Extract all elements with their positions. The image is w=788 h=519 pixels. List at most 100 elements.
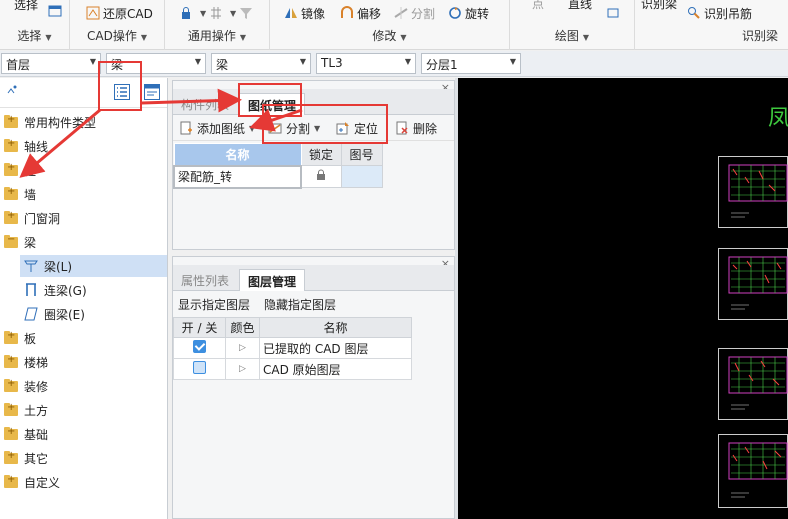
select-button[interactable]: 选择 bbox=[14, 0, 38, 13]
element-type-select[interactable]: 梁 ▼ bbox=[106, 53, 206, 74]
tab-property-list[interactable]: 属性列表 bbox=[173, 269, 237, 291]
table-row[interactable]: ▷ 已提取的 CAD 图层 bbox=[173, 337, 412, 359]
element-category-select[interactable]: 梁 ▼ bbox=[211, 53, 311, 74]
restore-cad-icon bbox=[86, 6, 100, 20]
cad-sheet-3 bbox=[728, 356, 788, 410]
split-drawing-label: 分割 bbox=[286, 121, 311, 136]
col-header-on-off[interactable]: 开 / 关 bbox=[173, 317, 226, 338]
cad-drawing-title: 凤 bbox=[768, 106, 788, 131]
tree-item-label: 墙 bbox=[24, 187, 37, 202]
checkbox-checked[interactable] bbox=[193, 340, 206, 353]
tree-item-foundation[interactable]: 基础 bbox=[4, 423, 48, 445]
layer-toggle-cell[interactable] bbox=[173, 337, 226, 359]
show-layer-button[interactable]: 显示指定图层 bbox=[178, 296, 250, 313]
drawing-no-cell[interactable] bbox=[340, 165, 383, 188]
delete-label: 删除 bbox=[413, 121, 438, 136]
col-header-lock[interactable]: 锁定 bbox=[300, 143, 342, 166]
col-header-drawing-no[interactable]: 图号 bbox=[340, 143, 383, 166]
cad-sheet-4 bbox=[728, 442, 788, 498]
tree-item-column[interactable]: 柱 bbox=[4, 159, 36, 181]
lock-cell[interactable] bbox=[300, 165, 342, 188]
tree-item-slab[interactable]: 板 bbox=[4, 327, 36, 349]
element-tree-panel: 常用构件类型 轴线 柱 墙 门窗洞 梁 梁(L) 连梁(G) 圈梁(E) 板 楼… bbox=[0, 78, 168, 519]
mirror-label: 镜像 bbox=[301, 6, 326, 21]
floor-select[interactable]: 首层 ▼ bbox=[1, 53, 101, 74]
folder-icon bbox=[4, 210, 18, 224]
rect-draw-icon[interactable] bbox=[606, 4, 623, 22]
cad-sheet-2 bbox=[728, 256, 788, 310]
col-header-layer-name[interactable]: 名称 bbox=[259, 317, 412, 338]
mirror-button[interactable]: 镜像 bbox=[284, 4, 325, 22]
ribbon-group-title: 通用操作 ▼ bbox=[187, 29, 247, 43]
col-header-color[interactable]: 颜色 bbox=[225, 317, 260, 338]
list-view-icon[interactable] bbox=[114, 84, 130, 103]
ribbon-group-title: 绘图 ▼ bbox=[554, 29, 590, 43]
filter-icon[interactable] bbox=[239, 4, 256, 22]
expand-arrow-icon: ▷ bbox=[239, 343, 246, 353]
cad-sheet-thumbnail[interactable] bbox=[718, 248, 788, 320]
checkbox-unchecked[interactable] bbox=[193, 361, 206, 374]
folder-icon bbox=[4, 474, 18, 488]
hide-layer-button[interactable]: 隐藏指定图层 bbox=[264, 296, 336, 313]
drawing-name-cell[interactable]: 梁配筋_转 bbox=[173, 164, 302, 189]
tree-subitem-label: 梁(L) bbox=[44, 259, 73, 274]
table-row[interactable]: 梁配筋_转 bbox=[173, 164, 383, 189]
tree-item-wall[interactable]: 墙 bbox=[4, 183, 36, 205]
restore-cad-button[interactable]: 还原CAD bbox=[86, 4, 153, 22]
tree-item-label: 装修 bbox=[24, 379, 49, 394]
tree-view-icon[interactable] bbox=[144, 84, 160, 103]
tab-element-list[interactable]: 构件列表 bbox=[173, 93, 237, 115]
layer-select[interactable]: 分层1 ▼ bbox=[421, 53, 521, 74]
split-drawing-button[interactable]: 分割 ▼ bbox=[268, 119, 320, 137]
folder-icon bbox=[4, 378, 18, 392]
cad-sheet-thumbnail[interactable] bbox=[718, 156, 788, 228]
tree-item-door-window[interactable]: 门窗洞 bbox=[4, 207, 60, 229]
mirror-icon bbox=[285, 8, 297, 18]
tree-subitem-link-beam[interactable]: 连梁(G) bbox=[20, 279, 167, 301]
tree-subitem-ring-beam[interactable]: 圈梁(E) bbox=[20, 303, 167, 325]
offset-button[interactable]: 偏移 bbox=[340, 4, 381, 22]
select-mode-icon[interactable] bbox=[48, 2, 65, 20]
point-button[interactable]: 点 bbox=[532, 0, 544, 12]
tree-item-label: 其它 bbox=[24, 451, 49, 466]
tree-item-label: 自定义 bbox=[24, 475, 61, 490]
folder-icon bbox=[4, 330, 18, 344]
identify-beam-button[interactable]: 识别梁 bbox=[641, 0, 677, 12]
lock-icon[interactable]: ▼ bbox=[179, 4, 206, 22]
tree-item-axis[interactable]: 轴线 bbox=[4, 135, 48, 157]
rotate-button[interactable]: 旋转 bbox=[448, 4, 489, 22]
tree-item-common[interactable]: 常用构件类型 bbox=[4, 111, 96, 133]
table-row[interactable]: ▷ CAD 原始图层 bbox=[173, 358, 412, 380]
tree-item-custom[interactable]: 自定义 bbox=[4, 471, 60, 493]
tab-layer-management[interactable]: 图层管理 bbox=[239, 269, 306, 291]
add-drawing-button[interactable]: 添加图纸 ▼ bbox=[179, 119, 255, 137]
layer-management-panel: × 属性列表 图层管理 显示指定图层 隐藏指定图层 开 / 关 颜色 名称 ▷ … bbox=[172, 256, 455, 519]
tree-item-stair[interactable]: 楼梯 bbox=[4, 351, 48, 373]
new-element-icon[interactable] bbox=[4, 84, 18, 101]
tree-subitem-beam-l[interactable]: 梁(L) bbox=[20, 255, 167, 277]
split-button-disabled[interactable]: 分割 bbox=[394, 4, 435, 22]
tree-item-beam[interactable]: 梁 bbox=[4, 231, 36, 253]
color-cell[interactable]: ▷ bbox=[225, 358, 260, 380]
link-beam-icon bbox=[26, 283, 36, 296]
tree-item-decoration[interactable]: 装修 bbox=[4, 375, 48, 397]
axis-grid-icon[interactable]: ▼ bbox=[209, 4, 236, 22]
tree-toolbar bbox=[0, 78, 167, 108]
locate-icon bbox=[336, 122, 349, 135]
cad-canvas[interactable]: 凤 bbox=[458, 78, 788, 519]
line-button[interactable]: 直线 bbox=[568, 0, 592, 12]
cad-sheet-thumbnail[interactable] bbox=[718, 434, 788, 508]
element-name-select[interactable]: TL3 ▼ bbox=[316, 53, 416, 74]
locate-drawing-button[interactable]: 定位 bbox=[336, 119, 378, 137]
tree-item-label: 常用构件类型 bbox=[24, 115, 97, 130]
layer-toggle-cell[interactable] bbox=[173, 358, 226, 380]
col-header-name[interactable]: 名称 bbox=[173, 143, 302, 166]
tab-drawing-management[interactable]: 图纸管理 bbox=[239, 93, 306, 115]
tree-item-earthwork[interactable]: 土方 bbox=[4, 399, 48, 421]
identify-hanger-button[interactable]: 识别吊筋 bbox=[687, 4, 752, 22]
delete-drawing-button[interactable]: 删除 bbox=[395, 119, 437, 137]
tree-item-other[interactable]: 其它 bbox=[4, 447, 48, 469]
color-cell[interactable]: ▷ bbox=[225, 337, 260, 359]
cad-sheet-thumbnail[interactable] bbox=[718, 348, 788, 420]
ribbon-group-title: CAD操作 ▼ bbox=[87, 29, 147, 43]
